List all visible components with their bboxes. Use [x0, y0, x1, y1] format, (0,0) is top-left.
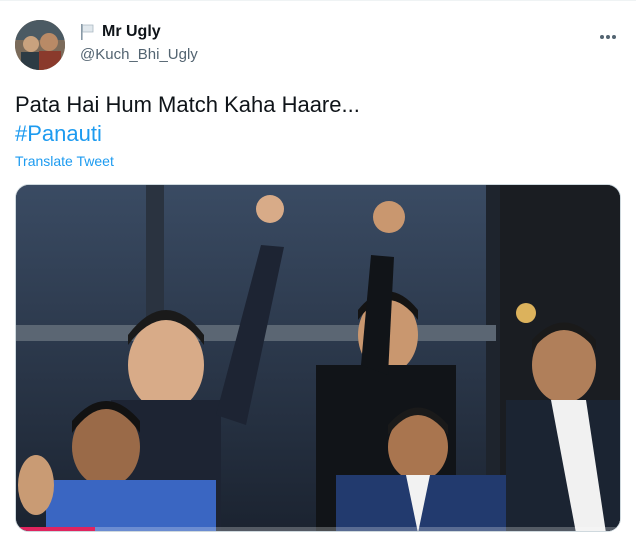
video-progress-fill [16, 527, 95, 531]
name-row: Mr Ugly [80, 22, 161, 42]
translate-tweet-link[interactable]: Translate Tweet [15, 153, 114, 169]
video-frame [16, 185, 620, 531]
avatar[interactable] [15, 20, 65, 70]
tweet-text: Pata Hai Hum Match Kaha Haare... #Panaut… [15, 90, 360, 148]
display-name[interactable]: Mr Ugly [102, 23, 161, 41]
user-handle[interactable]: @Kuch_Bhi_Ugly [80, 46, 198, 63]
video-progress-track[interactable] [16, 527, 620, 531]
more-icon[interactable] [600, 26, 622, 39]
tweet-body: Pata Hai Hum Match Kaha Haare... [15, 92, 360, 117]
hashtag-link[interactable]: #Panauti [15, 119, 360, 148]
top-divider [0, 0, 636, 1]
flag-icon [81, 24, 94, 40]
tweet-video[interactable] [15, 184, 621, 532]
